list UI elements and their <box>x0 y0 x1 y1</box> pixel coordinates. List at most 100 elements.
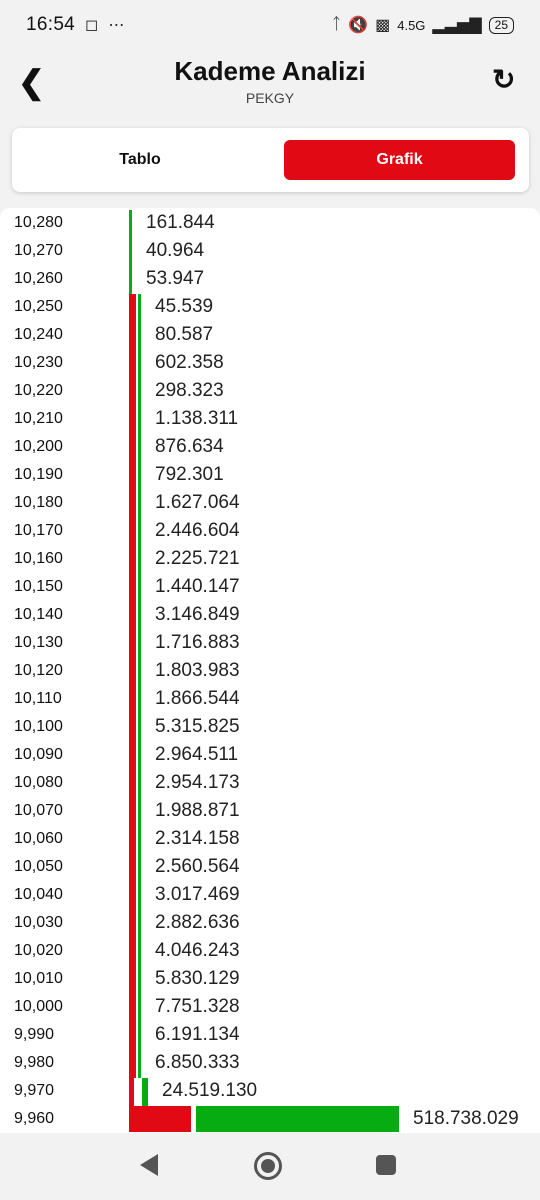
price-label: 10,110 <box>14 690 62 707</box>
sell-bar <box>129 434 136 462</box>
volume-label: 53.947 <box>146 268 205 289</box>
view-tabs: Tablo Grafik <box>12 128 529 192</box>
buy-bar <box>129 266 132 294</box>
volume-label: 1.866.544 <box>155 688 240 709</box>
sell-bar <box>129 714 136 742</box>
depth-row: 10,280 161.844 <box>0 210 540 238</box>
volume-label: 161.844 <box>146 212 215 233</box>
sell-bar <box>129 1022 136 1050</box>
volume-label: 1.138.311 <box>155 408 239 429</box>
sell-bar <box>129 910 136 938</box>
volume-label: 602.358 <box>155 352 224 373</box>
depth-row: 9,990 6.191.134 <box>0 1022 540 1050</box>
volume-label: 2.882.636 <box>155 912 240 933</box>
price-label: 10,270 <box>14 242 63 259</box>
volume-label: 1.716.883 <box>155 632 240 653</box>
buy-bar <box>138 994 141 1022</box>
price-label: 10,220 <box>14 382 63 399</box>
depth-row: 10,140 3.146.849 <box>0 602 540 630</box>
buy-bar <box>142 1078 148 1106</box>
system-nav-bar <box>0 1133 540 1200</box>
volume-label: 6.850.333 <box>155 1052 240 1073</box>
volume-label: 518.738.029 <box>413 1108 519 1129</box>
price-label: 10,240 <box>14 326 63 343</box>
price-label: 10,100 <box>14 718 63 735</box>
signal-icon: ▂▃▅▇ <box>432 17 482 34</box>
mute-icon: 🔇 <box>348 17 369 34</box>
depth-row: 10,040 3.017.469 <box>0 882 540 910</box>
volume-label: 5.315.825 <box>155 716 240 737</box>
depth-row: 9,960 518.738.029 <box>0 1106 540 1133</box>
buy-bar <box>138 406 141 434</box>
depth-row: 10,050 2.560.564 <box>0 854 540 882</box>
nav-home-icon[interactable] <box>254 1152 282 1180</box>
volume-label: 40.964 <box>146 240 205 261</box>
depth-row: 10,160 2.225.721 <box>0 546 540 574</box>
buy-bar <box>138 322 141 350</box>
volume-label: 298.323 <box>155 380 224 401</box>
sell-bar <box>129 938 136 966</box>
buy-bar <box>138 686 141 714</box>
volume-label: 4.046.243 <box>155 940 240 961</box>
more-dots-icon: ⋯ <box>108 17 125 34</box>
status-bar: 16:54 ◻ ⋯ ᛏ 🔇 ▩ 4.5G ▂▃▅▇ 25 <box>0 0 540 50</box>
sell-bar <box>129 798 136 826</box>
sell-bar <box>129 742 136 770</box>
price-label: 10,180 <box>14 494 63 511</box>
nav-back-icon[interactable] <box>140 1154 158 1176</box>
buy-bar <box>138 910 141 938</box>
price-label: 9,960 <box>14 1110 55 1127</box>
depth-row: 10,180 1.627.064 <box>0 490 540 518</box>
buy-bar <box>138 938 141 966</box>
sell-bar <box>129 490 136 518</box>
sell-bar <box>129 994 136 1022</box>
sell-bar <box>129 658 136 686</box>
sell-bar <box>129 1106 191 1132</box>
depth-row: 10,200 876.634 <box>0 434 540 462</box>
depth-row: 10,090 2.964.511 <box>0 742 540 770</box>
price-label: 9,970 <box>14 1082 55 1099</box>
price-label: 10,090 <box>14 746 63 763</box>
battery-indicator: 25 <box>488 16 514 34</box>
buy-bar <box>138 770 141 798</box>
refresh-button[interactable]: ↻ <box>492 66 522 96</box>
price-label: 10,070 <box>14 802 63 819</box>
buy-bar <box>129 238 132 266</box>
volume-label: 24.519.130 <box>162 1080 258 1101</box>
buy-bar <box>138 546 141 574</box>
price-label: 9,980 <box>14 1054 55 1071</box>
depth-row: 9,980 6.850.333 <box>0 1050 540 1078</box>
volume-label: 2.964.511 <box>155 744 239 765</box>
tab-tablo[interactable]: Tablo <box>26 140 254 180</box>
sell-bar <box>129 322 136 350</box>
volume-label: 3.146.849 <box>155 604 240 625</box>
buy-bar <box>138 1050 141 1078</box>
depth-row: 10,120 1.803.983 <box>0 658 540 686</box>
volume-label: 2.560.564 <box>155 856 240 877</box>
buy-bar <box>138 294 141 322</box>
buy-bar <box>138 658 141 686</box>
volume-label: 1.440.147 <box>155 576 240 597</box>
depth-row: 10,060 2.314.158 <box>0 826 540 854</box>
price-label: 10,130 <box>14 634 63 651</box>
buy-bar <box>138 574 141 602</box>
depth-row: 10,130 1.716.883 <box>0 630 540 658</box>
price-label: 10,120 <box>14 662 63 679</box>
depth-row: 10,020 4.046.243 <box>0 938 540 966</box>
price-label: 10,190 <box>14 466 63 483</box>
bluetooth-icon: ᛏ <box>331 16 342 33</box>
price-label: 9,990 <box>14 1026 55 1043</box>
depth-row: 10,250 45.539 <box>0 294 540 322</box>
price-label: 10,280 <box>14 214 63 231</box>
price-label: 10,030 <box>14 914 63 931</box>
tab-grafik[interactable]: Grafik <box>284 140 515 180</box>
nav-recents-icon[interactable] <box>376 1155 396 1175</box>
price-label: 10,040 <box>14 886 63 903</box>
page-title: Kademe Analizi <box>174 56 366 86</box>
buy-bar <box>138 966 141 994</box>
sell-bar <box>129 518 136 546</box>
depth-chart: 10,280 161.844 10,270 40.964 10,260 53.947 10,… <box>0 208 540 1133</box>
price-label: 10,080 <box>14 774 63 791</box>
volume-label: 7.751.328 <box>155 996 240 1017</box>
depth-row: 10,190 792.301 <box>0 462 540 490</box>
